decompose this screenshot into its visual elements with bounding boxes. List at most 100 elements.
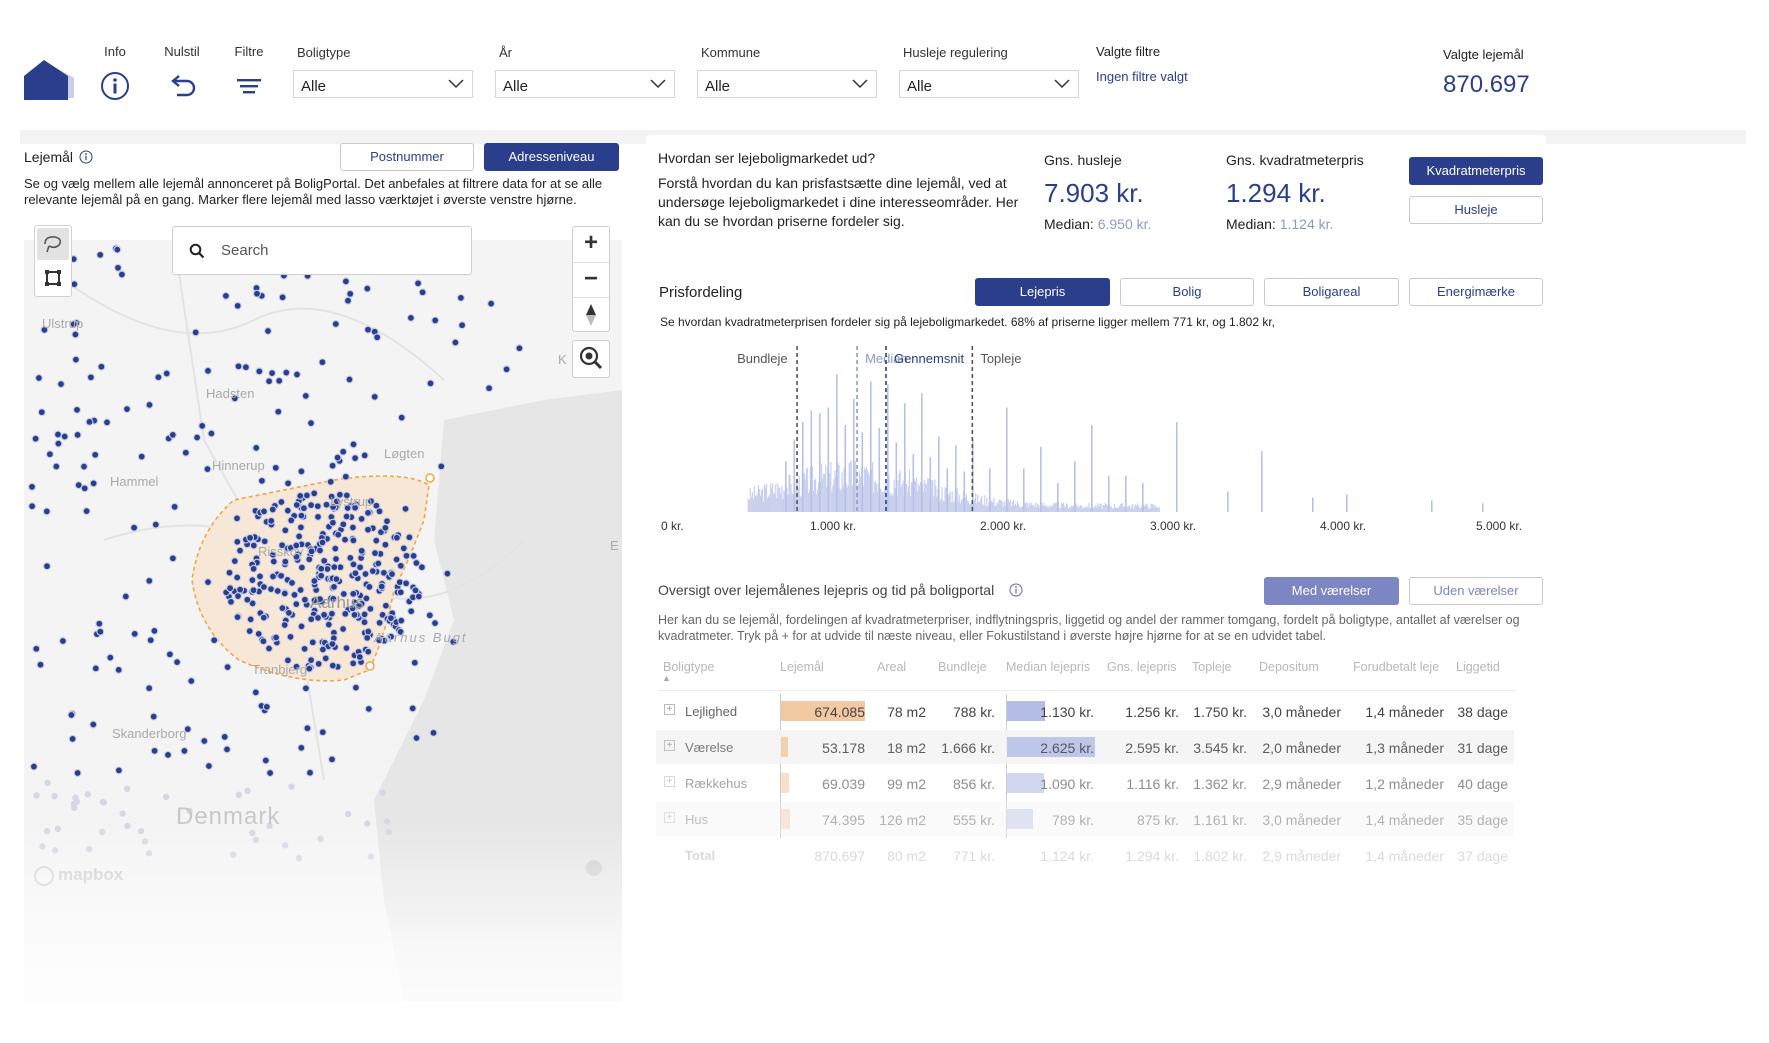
expand-icon[interactable]: + (664, 704, 675, 715)
avg-sqm-label: Gns. kvadratmeterpris (1226, 152, 1364, 168)
cell-boligtype: Lejlighed (685, 704, 738, 719)
listing-dot (297, 563, 306, 572)
listing-dot (363, 284, 372, 293)
reset-tool[interactable]: Nulstil (157, 44, 207, 103)
map-canvas[interactable]: Ulstrup Hadsten Hinnerup Hammel Løgten L… (24, 240, 622, 1002)
histogram-bar (989, 468, 991, 512)
column-header[interactable]: Topleje (1192, 660, 1232, 674)
listing-dot (348, 523, 357, 532)
expand-icon[interactable]: + (664, 812, 675, 823)
compass-button[interactable] (573, 297, 609, 331)
listing-dot (314, 613, 322, 622)
histogram-bar (998, 499, 1000, 512)
listing-dot (252, 836, 260, 844)
box-select-button[interactable] (37, 262, 69, 294)
map-search-input[interactable]: Search (172, 226, 472, 275)
info-icon[interactable] (79, 150, 93, 164)
listing-dot (371, 549, 379, 558)
listing-dot (385, 828, 392, 836)
histogram-bar (793, 439, 796, 512)
histogram-bar (1045, 504, 1047, 512)
histogram-bar (782, 499, 784, 512)
filter-tool[interactable]: Filtre (224, 44, 274, 103)
box-select-icon (45, 270, 61, 286)
place-label-k: K (558, 352, 567, 367)
histogram-bar (836, 374, 838, 512)
kommune-dropdown[interactable]: Alle (697, 70, 877, 98)
aar-label: År (499, 45, 512, 60)
listing-dot (180, 746, 189, 755)
listing-dot (85, 417, 94, 426)
zoom-out-button[interactable]: − (573, 262, 609, 296)
histogram-bar (1147, 506, 1149, 512)
listing-dot (346, 289, 355, 298)
boligtype-dropdown[interactable]: Alle (293, 70, 473, 98)
cell-lejemaal: 674.085 (814, 704, 865, 720)
map-view[interactable]: Ulstrup Hadsten Hinnerup Hammel Løgten L… (24, 240, 622, 1002)
adresseniveau-button[interactable]: Adresseniveau (484, 143, 619, 171)
listing-dot (272, 633, 281, 642)
uden-vaerelser-button[interactable]: Uden værelser (1409, 577, 1543, 605)
listing-dot (145, 684, 154, 693)
home-logo-icon[interactable] (24, 58, 76, 102)
listing-dot (364, 704, 373, 713)
tab-energimaerke[interactable]: Energimærke (1409, 278, 1543, 306)
listing-dot (426, 379, 435, 388)
column-header[interactable]: Lejemål (780, 660, 824, 674)
expand-icon[interactable]: + (664, 740, 675, 751)
listing-dot (80, 462, 88, 471)
cell-areal: 18 m2 (887, 740, 926, 756)
column-header[interactable]: Areal (877, 660, 906, 674)
listing-dot (248, 576, 257, 585)
zoom-search-button[interactable] (572, 340, 610, 378)
listing-dot (339, 625, 348, 633)
column-header[interactable]: Liggetid (1456, 660, 1500, 674)
listing-dot (226, 584, 235, 593)
listing-dot (317, 835, 324, 842)
place-label-e: E (610, 538, 619, 553)
postnummer-button[interactable]: Postnummer (340, 143, 474, 171)
listing-dot (367, 853, 374, 860)
listing-dot (282, 368, 291, 377)
husleje-dropdown[interactable]: Alle (899, 70, 1079, 98)
histogram-bar (1096, 507, 1098, 512)
expand-icon[interactable]: + (664, 776, 675, 787)
listing-dot (431, 316, 440, 325)
listing-dot (67, 711, 76, 719)
listing-dot (162, 369, 171, 378)
prisfordeling-subtitle: Se hvordan kvadratmeterprisen fordeler s… (660, 315, 1275, 329)
tab-lejepris[interactable]: Lejepris (975, 278, 1110, 306)
histogram-bar (1032, 505, 1034, 512)
listing-dot (368, 567, 377, 576)
listing-dot (375, 507, 384, 516)
histogram-bar (909, 496, 911, 512)
column-header[interactable]: Gns. lejepris (1107, 660, 1176, 674)
column-header[interactable]: Median lejepris (1006, 660, 1090, 674)
lasso-tool-button[interactable] (37, 228, 69, 260)
column-header[interactable]: Forudbetalt leje (1353, 660, 1439, 674)
husleje-button[interactable]: Husleje (1409, 196, 1543, 224)
column-header[interactable]: Bundleje (938, 660, 987, 674)
listing-dot (106, 653, 115, 662)
info-tool[interactable]: Info (90, 44, 140, 103)
histogram-bar (938, 436, 940, 512)
listing-dot (233, 573, 242, 582)
histogram-bar (806, 467, 808, 512)
zoom-in-button[interactable]: + (573, 227, 609, 261)
listing-dot (259, 613, 268, 622)
med-vaerelser-button[interactable]: Med værelser (1264, 577, 1399, 605)
listing-dot (288, 783, 295, 790)
tab-boligareal[interactable]: Boligareal (1264, 278, 1399, 306)
listing-dot (409, 551, 418, 560)
aar-dropdown[interactable]: Alle (495, 70, 675, 98)
oversigt-title: Oversigt over lejemålenes lejepris og ti… (658, 582, 995, 598)
histogram-bar (1158, 506, 1160, 512)
column-header[interactable]: Depositum (1259, 660, 1319, 674)
histogram-bar (1017, 503, 1020, 512)
info-icon[interactable] (1009, 583, 1023, 597)
column-header[interactable]: Boligtype (663, 660, 714, 674)
kvadratmeterpris-button[interactable]: Kvadratmeterpris (1409, 157, 1543, 185)
listing-dot (365, 582, 374, 591)
search-icon (189, 243, 205, 259)
tab-bolig[interactable]: Bolig (1120, 278, 1254, 306)
